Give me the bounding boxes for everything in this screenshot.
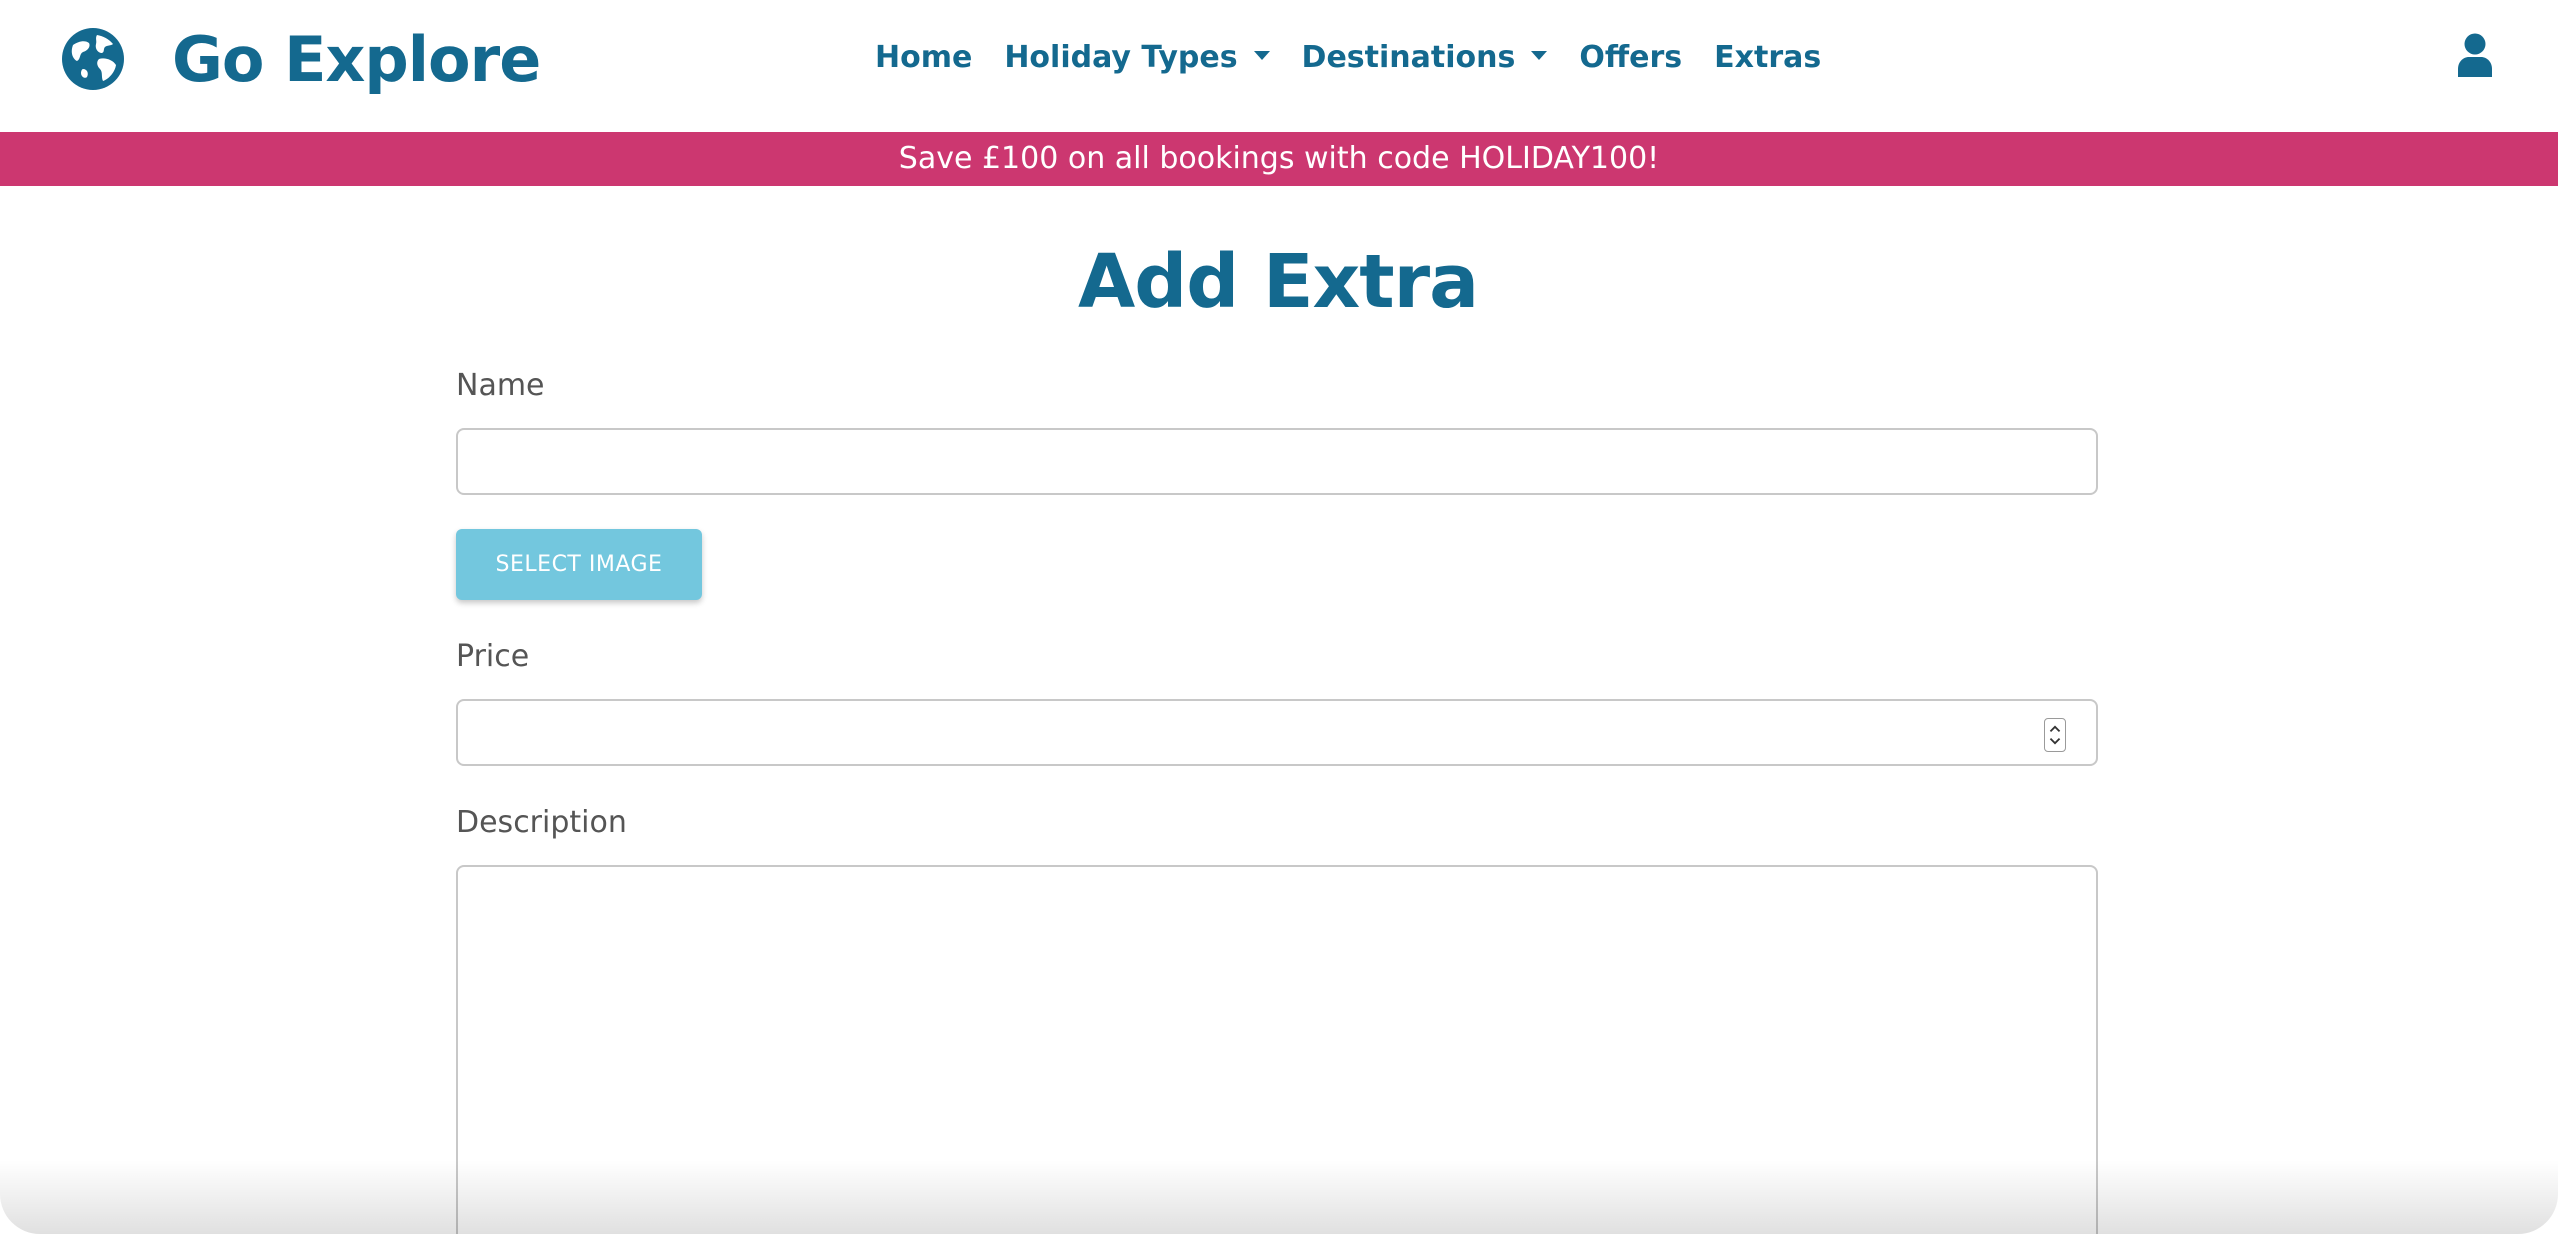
nav-item-label: Holiday Types [1004,40,1238,75]
main-nav: Home Holiday Types Destinations Offers E… [875,36,1821,80]
navbar: Go Explore Home Holiday Types Destinatio… [0,0,2558,132]
nav-item-extras[interactable]: Extras [1714,36,1821,80]
caret-down-icon [1253,50,1270,60]
nav-item-offers[interactable]: Offers [1579,36,1682,80]
page: Go Explore Home Holiday Types Destinatio… [0,0,2558,1234]
select-image-button[interactable]: SELECT IMAGE [456,529,702,600]
brand-name[interactable]: Go Explore [172,20,541,100]
number-spinner-icon[interactable] [2044,718,2066,752]
nav-item-destinations[interactable]: Destinations [1302,36,1548,80]
globe-icon[interactable] [61,27,125,91]
price-input[interactable] [456,699,2098,766]
name-label: Name [456,368,545,403]
nav-item-label: Offers [1579,40,1683,75]
page-title: Add Extra [1077,239,1479,325]
nav-item-label: Extras [1714,40,1822,75]
description-label: Description [456,805,627,840]
nav-item-holiday-types[interactable]: Holiday Types [1004,36,1270,80]
caret-down-icon [1531,50,1548,60]
nav-item-home[interactable]: Home [875,36,972,80]
description-textarea[interactable] [456,865,2098,1234]
nav-item-label: Home [875,40,973,75]
promo-banner: Save £100 on all bookings with code HOLI… [0,132,2558,186]
user-icon[interactable] [2456,33,2494,77]
name-input[interactable] [456,428,2098,495]
nav-item-label: Destinations [1301,40,1516,75]
promo-text: Save £100 on all bookings with code HOLI… [898,141,1660,176]
price-label: Price [456,639,530,674]
